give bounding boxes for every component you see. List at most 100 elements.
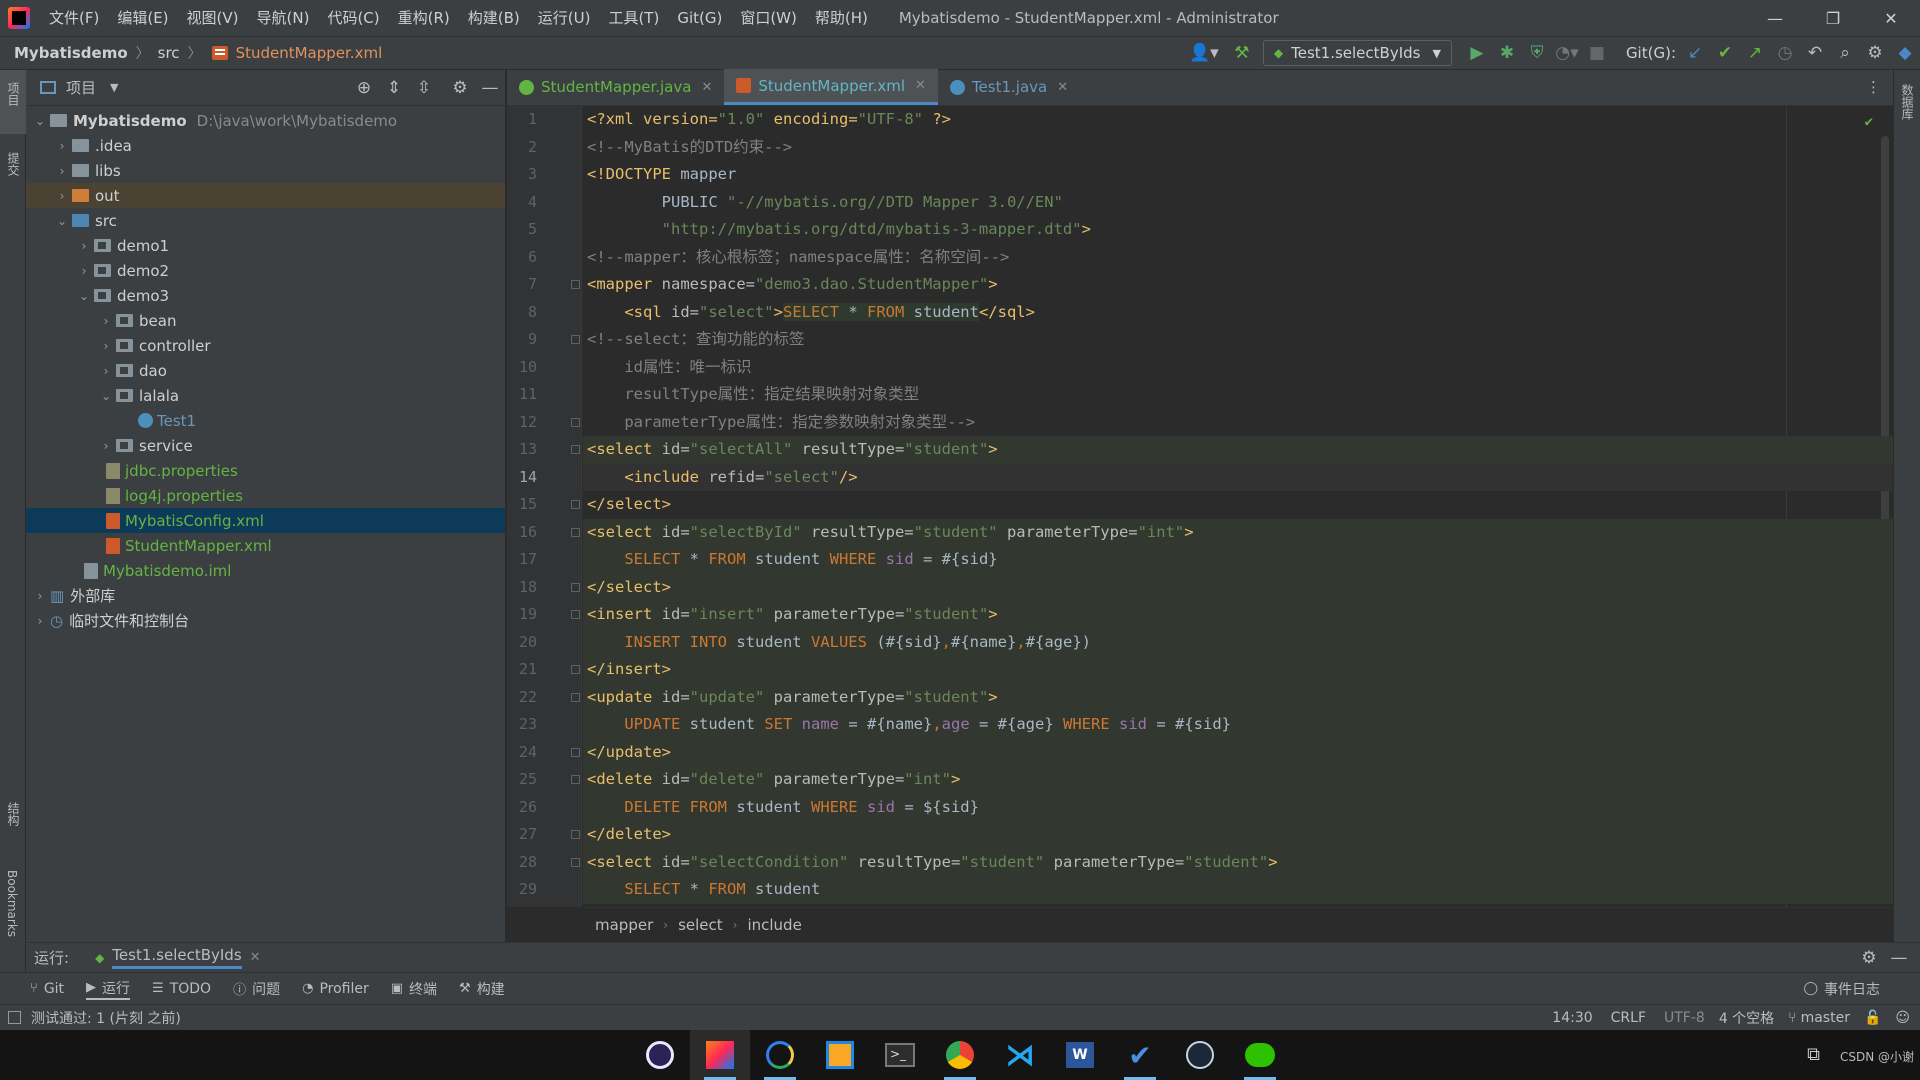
fold-marker-icon[interactable]	[571, 610, 580, 619]
menu-tools[interactable]: 工具(T)	[599, 0, 668, 36]
tree-item-scratches[interactable]: › ◷ 临时文件和控制台	[26, 608, 505, 633]
toolwin-problems[interactable]: ⓘ 问题	[233, 979, 280, 999]
fold-marker-icon[interactable]	[571, 582, 580, 592]
expand-all-icon[interactable]: ⇕	[379, 73, 409, 103]
git-push-icon[interactable]: ↗	[1740, 38, 1770, 68]
tree-item-external-libs[interactable]: › ▥ 外部库	[26, 583, 505, 608]
chevron-down-icon[interactable]: ⌄	[30, 114, 50, 128]
task-view-icon[interactable]: ⧉	[1807, 1044, 1820, 1065]
fold-marker-icon[interactable]	[571, 280, 580, 289]
file-encoding[interactable]: UTF-8	[1664, 1010, 1705, 1026]
tree-item-dao[interactable]: › dao	[26, 358, 505, 383]
chevron-right-icon[interactable]: ›	[96, 439, 116, 453]
tree-item-demo1[interactable]: › demo1	[26, 233, 505, 258]
toolwin-profiler[interactable]: ◔ Profiler	[302, 981, 369, 997]
gear-icon[interactable]: ⚙	[1860, 38, 1890, 68]
menu-file[interactable]: 文件(F)	[40, 0, 108, 36]
toolwin-terminal[interactable]: ▣ 终端	[391, 979, 437, 999]
run-icon[interactable]: ▶	[1462, 38, 1492, 68]
run-config-select[interactable]: ◆ Test1.selectByIds ▼	[1262, 40, 1452, 66]
close-icon[interactable]: ✕	[1057, 80, 1068, 95]
chevron-right-icon[interactable]: ›	[30, 589, 50, 603]
taskbar-terminal-icon[interactable]: >_	[870, 1030, 930, 1080]
fold-marker-icon[interactable]	[571, 445, 580, 454]
stripe-commit[interactable]: 提交	[5, 152, 22, 176]
breadcrumb-mapper[interactable]: mapper	[595, 916, 653, 934]
rollback-icon[interactable]: ↶	[1800, 38, 1830, 68]
gear-icon[interactable]: ⚙	[1854, 943, 1884, 973]
menu-git[interactable]: Git(G)	[668, 0, 731, 36]
tab-test1-java[interactable]: Test1.java ✕	[938, 69, 1080, 105]
tree-item-idea[interactable]: › .idea	[26, 133, 505, 158]
menu-window[interactable]: 窗口(W)	[731, 0, 806, 36]
tab-studentmapper-xml[interactable]: StudentMapper.xml ✕	[724, 69, 938, 105]
fold-marker-icon[interactable]	[571, 830, 580, 839]
intellij-logo-icon[interactable]	[8, 7, 30, 29]
chevron-right-icon[interactable]: ›	[96, 314, 116, 328]
chevron-right-icon[interactable]: ›	[52, 139, 72, 153]
stripe-bookmarks[interactable]: Bookmarks	[5, 870, 19, 937]
chevron-right-icon[interactable]: ›	[74, 264, 94, 278]
close-icon[interactable]: ✕	[915, 78, 926, 93]
tab-studentmapper-java[interactable]: StudentMapper.java ✕	[507, 69, 724, 105]
git-update-icon[interactable]: ↙	[1680, 38, 1710, 68]
chevron-down-icon[interactable]: ⌄	[52, 214, 72, 228]
coverage-icon[interactable]: ⛨	[1522, 38, 1552, 68]
debug-icon[interactable]: ✱	[1492, 38, 1522, 68]
run-tab[interactable]: Test1.selectByIds	[112, 946, 242, 969]
taskbar-window-icon[interactable]	[810, 1030, 870, 1080]
nav-project[interactable]: Mybatisdemo	[10, 44, 132, 62]
menu-navigate[interactable]: 导航(N)	[248, 0, 319, 36]
fold-marker-icon[interactable]	[571, 500, 580, 509]
chevron-right-icon[interactable]: ›	[74, 239, 94, 253]
toolwin-todo[interactable]: ☰ TODO	[152, 981, 211, 997]
gear-icon[interactable]: ⚙	[445, 73, 475, 103]
breadcrumb-select[interactable]: select	[678, 916, 723, 934]
nav-folder[interactable]: src	[154, 44, 184, 62]
tree-root[interactable]: ⌄ Mybatisdemo D:\java\work\Mybatisdemo	[26, 108, 505, 133]
lock-icon[interactable]: 🔓	[1864, 1010, 1881, 1026]
tree-item-service[interactable]: › service	[26, 433, 505, 458]
profile-icon[interactable]: ◔▾	[1552, 38, 1582, 68]
tree-item-jdbc[interactable]: jdbc.properties	[26, 458, 505, 483]
status-message[interactable]: 测试通过: 1 (片刻 之前)	[31, 1008, 181, 1028]
menu-run[interactable]: 运行(U)	[529, 0, 600, 36]
stripe-project[interactable]: 项目	[5, 82, 22, 106]
stripe-structure[interactable]: 结构	[5, 802, 22, 826]
taskbar-todo-icon[interactable]: ✔	[1110, 1030, 1170, 1080]
event-log[interactable]: ◯ 事件日志	[1803, 979, 1880, 999]
tree-item-demo2[interactable]: › demo2	[26, 258, 505, 283]
nav-file[interactable]: StudentMapper.xml	[232, 44, 387, 62]
breadcrumb-include[interactable]: include	[747, 916, 801, 934]
taskbar-word-icon[interactable]: W	[1050, 1030, 1110, 1080]
menu-help[interactable]: 帮助(H)	[806, 0, 877, 36]
search-icon[interactable]: ⌕	[1830, 38, 1860, 68]
menu-view[interactable]: 视图(V)	[178, 0, 248, 36]
tree-item-iml[interactable]: Mybatisdemo.iml	[26, 558, 505, 583]
taskbar-chrome-icon[interactable]	[930, 1030, 990, 1080]
plugin-icon[interactable]: ◆	[1890, 38, 1920, 68]
project-view-select[interactable]: 项目	[66, 77, 96, 98]
fold-marker-icon[interactable]	[571, 527, 580, 537]
hide-icon[interactable]: —	[475, 73, 505, 103]
memory-icon[interactable]: ☺	[1895, 1010, 1910, 1026]
menu-code[interactable]: 代码(C)	[318, 0, 388, 36]
chevron-right-icon[interactable]: ›	[30, 614, 50, 628]
indent-setting[interactable]: 4 个空格	[1719, 1008, 1774, 1028]
chevron-right-icon[interactable]: ›	[52, 189, 72, 203]
tree-item-test1[interactable]: Test1	[26, 408, 505, 433]
fold-marker-icon[interactable]	[571, 775, 580, 784]
taskbar-browser-icon[interactable]	[750, 1030, 810, 1080]
line-separator[interactable]: CRLF	[1611, 1010, 1646, 1026]
close-window-button[interactable]: ✕	[1862, 0, 1920, 36]
taskbar-steam-icon[interactable]	[1170, 1030, 1230, 1080]
fold-marker-icon[interactable]	[571, 665, 580, 674]
chevron-down-icon[interactable]: ▼	[110, 81, 118, 94]
restore-button[interactable]: ❐	[1804, 0, 1862, 36]
user-icon[interactable]: 👤▾	[1189, 38, 1219, 68]
tree-item-controller[interactable]: › controller	[26, 333, 505, 358]
toolwin-run[interactable]: ▶ 运行	[86, 978, 131, 1000]
close-icon[interactable]: ✕	[250, 950, 261, 965]
git-branch[interactable]: master	[1801, 1010, 1850, 1026]
chevron-right-icon[interactable]: ›	[52, 164, 72, 178]
